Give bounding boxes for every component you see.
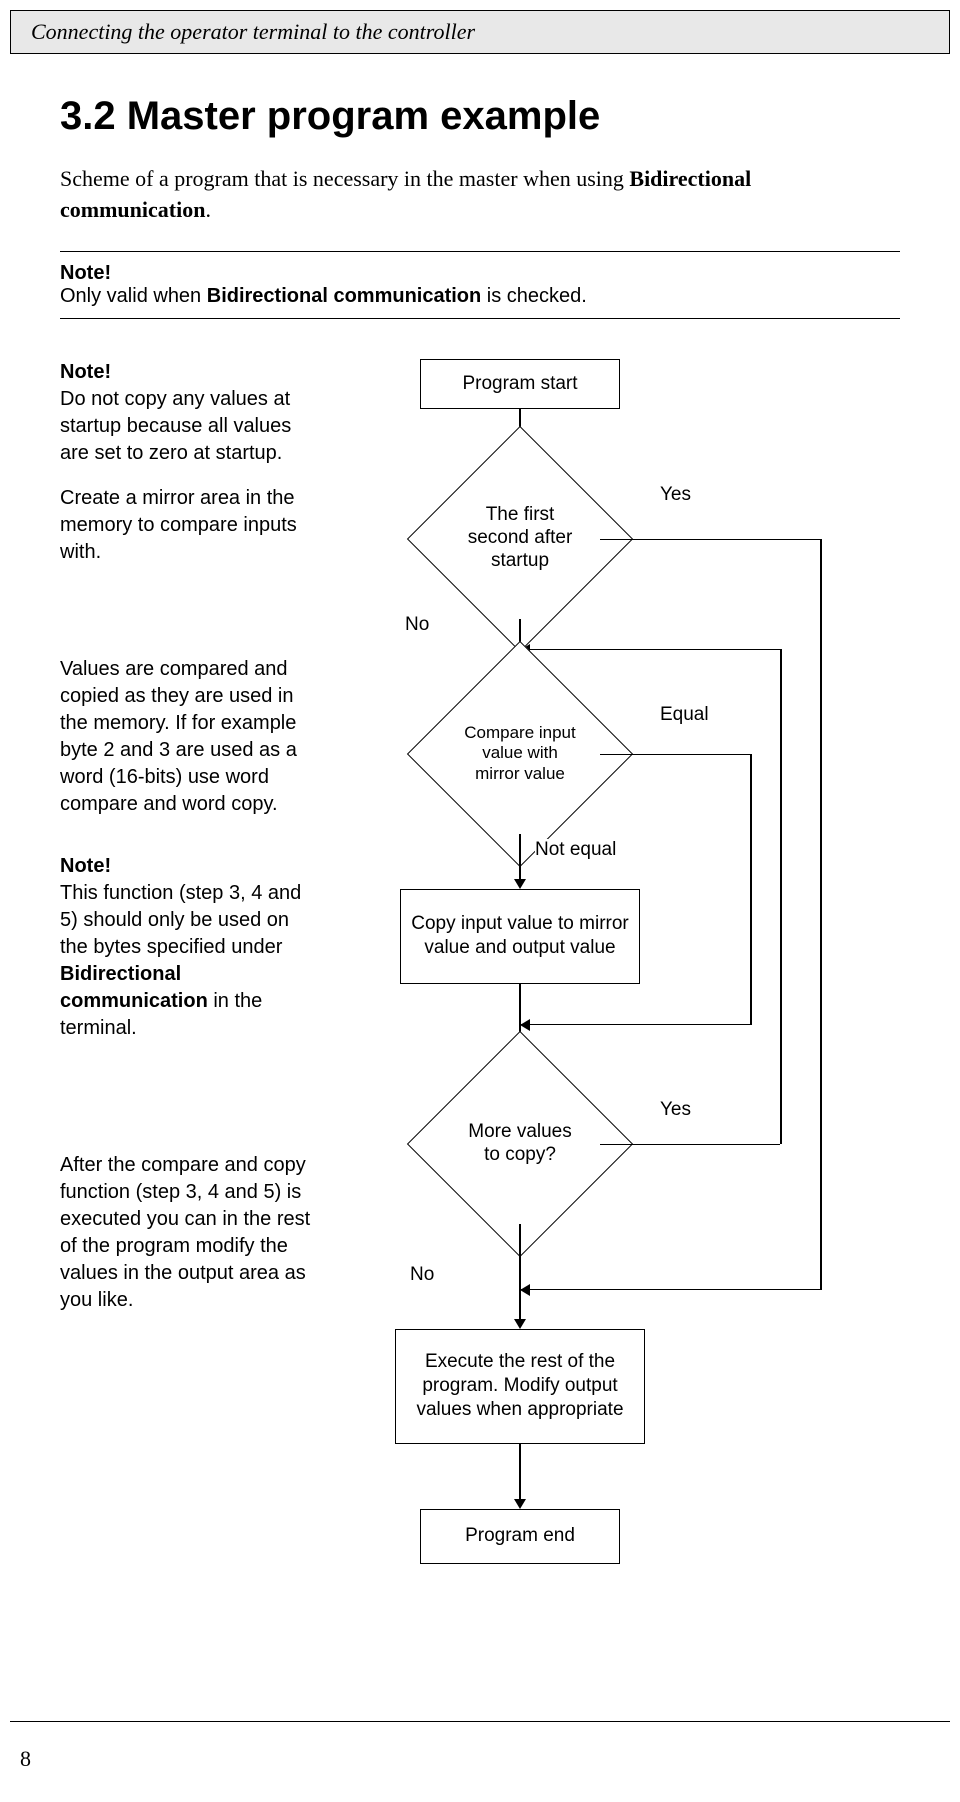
- flow-copy: Copy input value to mirror value and out…: [400, 889, 640, 984]
- note-body-b: is checked.: [481, 285, 587, 307]
- decision-1-label: The first second after startup: [440, 459, 600, 619]
- note-body: Only valid when Bidirectional communicat…: [60, 285, 900, 308]
- content-area: 3.2 Master program example Scheme of a p…: [0, 54, 960, 1629]
- edge-equal: Equal: [660, 704, 709, 726]
- connector: [600, 539, 820, 541]
- edge-no-1: No: [405, 614, 429, 636]
- side-note-4: After the compare and copy function (ste…: [60, 1152, 320, 1314]
- page-header: Connecting the operator terminal to the …: [10, 10, 950, 54]
- arrow-icon: [514, 1319, 526, 1329]
- arrow-icon: [520, 1019, 530, 1031]
- arrow-icon: [514, 879, 526, 889]
- side-note-1: Note! Do not copy any values at startup …: [60, 359, 320, 566]
- edge-yes-3: Yes: [660, 1099, 691, 1121]
- edge-notequal: Not equal: [535, 839, 616, 861]
- side-note-3: Note! This function (step 3, 4 and 5) sh…: [60, 853, 320, 1042]
- flowchart: Program start The first second after sta…: [340, 359, 900, 1609]
- intro-text-1: Scheme of a program that is necessary in…: [60, 166, 629, 191]
- side-notes: Note! Do not copy any values at startup …: [60, 359, 320, 1609]
- connector: [520, 649, 780, 651]
- connector: [520, 1024, 752, 1026]
- arrow-icon: [514, 1499, 526, 1509]
- intro-text-2: .: [205, 197, 211, 222]
- side-note-3-a: This function (step 3, 4 and 5) should o…: [60, 882, 301, 958]
- flow-decision-more: More values to copy?: [440, 1064, 600, 1224]
- connector: [519, 1224, 521, 1324]
- flow-decision-startup: The first second after startup: [440, 459, 600, 619]
- note-body-bold: Bidirectional communication: [207, 285, 481, 307]
- flow-end: Program end: [420, 1509, 620, 1564]
- copy-label: Copy input value to mirror value and out…: [411, 912, 629, 960]
- flow-start: Program start: [420, 359, 620, 409]
- side-note-1-body2: Create a mirror area in the memory to co…: [60, 485, 320, 566]
- connector: [600, 754, 750, 756]
- flow-execute: Execute the rest of the program. Modify …: [395, 1329, 645, 1444]
- connector: [750, 754, 752, 1024]
- intro-paragraph: Scheme of a program that is necessary in…: [60, 164, 900, 226]
- edge-no-3: No: [410, 1264, 434, 1286]
- end-label: Program end: [465, 1524, 575, 1548]
- connector: [519, 1444, 521, 1504]
- decision-3-label: More values to copy?: [440, 1064, 600, 1224]
- note-body-a: Only valid when: [60, 285, 207, 307]
- flow-start-label: Program start: [462, 372, 577, 396]
- side-note-3-title: Note!: [60, 853, 320, 880]
- flow-decision-compare: Compare input value with mirror value: [440, 674, 600, 834]
- arrow-icon: [520, 1284, 530, 1296]
- side-note-1-title: Note!: [60, 359, 320, 386]
- footer-divider: [10, 1721, 950, 1722]
- flowchart-layout: Note! Do not copy any values at startup …: [60, 359, 900, 1609]
- note-title: Note!: [60, 262, 900, 285]
- execute-label: Execute the rest of the program. Modify …: [406, 1350, 634, 1421]
- header-text: Connecting the operator terminal to the …: [31, 19, 475, 44]
- note-callout: Note! Only valid when Bidirectional comm…: [60, 251, 900, 319]
- connector: [820, 539, 822, 1289]
- connector: [780, 649, 782, 1144]
- connector: [600, 1144, 780, 1146]
- edge-yes-1: Yes: [660, 484, 691, 506]
- connector: [520, 1289, 822, 1291]
- connector: [519, 834, 521, 884]
- section-heading: 3.2 Master program example: [60, 94, 900, 139]
- decision-2-label: Compare input value with mirror value: [440, 674, 600, 834]
- page-number: 8: [20, 1746, 31, 1772]
- side-note-3-bold: Bidirectional communication: [60, 963, 208, 1012]
- side-note-1-body: Do not copy any values at startup becaus…: [60, 386, 320, 467]
- side-note-2: Values are compared and copied as they a…: [60, 656, 320, 818]
